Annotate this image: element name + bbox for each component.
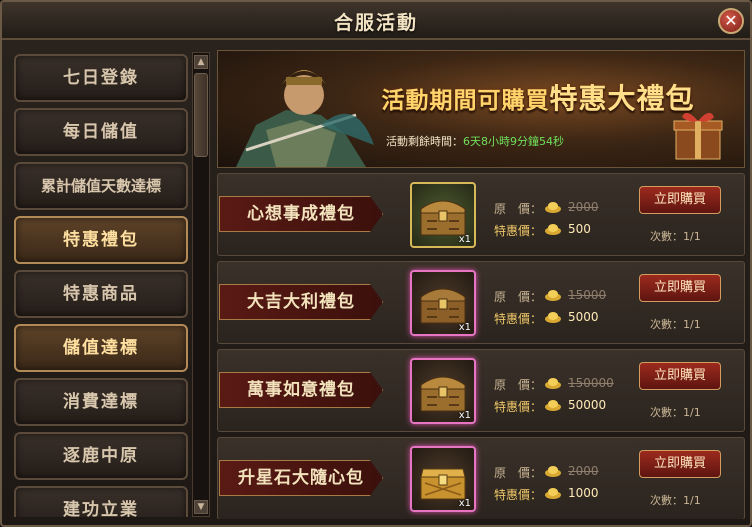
purchase-count: 次數：1/1 (650, 404, 701, 420)
event-banner: 活動期間可購買特惠大禮包 活動剩餘時間：6天8小時9分鐘54秒 (217, 50, 745, 168)
event-countdown: 活動剩餘時間：6天8小時9分鐘54秒 (386, 133, 564, 149)
pack-name: 心想事成禮包 (219, 196, 383, 232)
item-slot[interactable]: x1 (410, 446, 476, 512)
original-price: 2000 (568, 200, 599, 214)
purchase-count-label: 次數： (650, 406, 683, 419)
pack-list: 心想事成禮包 x1 原 價： 2000 特惠價： 500 立即購買 次數：1/1… (217, 173, 745, 519)
purchase-count-label: 次數： (650, 318, 683, 331)
countdown-label: 活動剩餘時間： (386, 135, 463, 148)
item-slot[interactable]: x1 (410, 358, 476, 424)
gold-ingot-icon (545, 202, 561, 213)
buy-now-button[interactable]: 立即購買 (639, 186, 721, 214)
purchase-count: 次數：1/1 (650, 316, 701, 332)
original-price-label: 原 價： (494, 202, 543, 216)
gold-ingot-icon (545, 378, 561, 389)
item-quantity: x1 (458, 234, 471, 245)
purchase-count-value: 1/1 (683, 318, 701, 331)
sidebar-item-central-plains[interactable]: 逐鹿中原 (14, 432, 188, 480)
gold-ingot-icon (545, 488, 561, 499)
buy-now-button[interactable]: 立即購買 (639, 274, 721, 302)
scroll-thumb[interactable] (194, 73, 208, 157)
pack-row: 升星石大隨心包 x1 原 價： 2000 特惠價： 1000 立即購買 次數：1… (217, 437, 745, 519)
countdown-value: 6天8小時9分鐘54秒 (463, 135, 564, 148)
buy-now-button[interactable]: 立即購買 (639, 362, 721, 390)
item-quantity: x1 (458, 498, 471, 509)
item-quantity: x1 (458, 410, 471, 421)
close-icon: ✕ (724, 11, 738, 30)
sidebar: 七日登錄 每日儲值 累計儲值天數達標 特惠禮包 特惠商品 儲值達標 消費達標 逐… (12, 50, 192, 517)
purchase-count-value: 1/1 (683, 406, 701, 419)
purchase-count-label: 次數： (650, 494, 683, 507)
sale-price: 1000 (568, 486, 599, 500)
sale-price-label: 特惠價： (494, 400, 543, 414)
item-quantity: x1 (458, 322, 471, 333)
gold-ingot-icon (545, 400, 561, 411)
purchase-count-label: 次數： (650, 230, 683, 243)
pack-name: 萬事如意禮包 (219, 372, 383, 408)
banner-headline-prefix: 活動期間可購買 (381, 87, 550, 114)
sale-price-label: 特惠價： (494, 224, 543, 238)
pack-name: 升星石大隨心包 (219, 460, 383, 496)
general-portrait-icon (236, 70, 374, 167)
sidebar-item-daily-recharge[interactable]: 每日儲值 (14, 108, 188, 156)
item-slot[interactable]: x1 (410, 270, 476, 336)
pack-row: 心想事成禮包 x1 原 價： 2000 特惠價： 500 立即購買 次數：1/1 (217, 173, 745, 256)
close-button[interactable]: ✕ (718, 8, 744, 34)
sidebar-item-special-goods[interactable]: 特惠商品 (14, 270, 188, 318)
purchase-count-value: 1/1 (683, 230, 701, 243)
original-price-label: 原 價： (494, 466, 543, 480)
banner-headline: 活動期間可購買特惠大禮包 (368, 77, 708, 117)
gold-ingot-icon (545, 312, 561, 323)
buy-now-button[interactable]: 立即購買 (639, 450, 721, 478)
gift-box-icon (673, 112, 723, 160)
sale-price: 50000 (568, 398, 607, 412)
sidebar-item-special-packs[interactable]: 特惠禮包 (14, 216, 188, 264)
sale-price: 500 (568, 222, 591, 236)
gold-ingot-icon (545, 466, 561, 477)
sale-price-label: 特惠價： (494, 488, 543, 502)
original-price: 150000 (568, 376, 614, 390)
original-price: 15000 (568, 288, 607, 302)
window-title: 合服活動 (333, 12, 418, 34)
sidebar-item-seven-day-login[interactable]: 七日登錄 (14, 54, 188, 102)
pack-name: 大吉大利禮包 (219, 284, 383, 320)
title-bar: 合服活動 ✕ (2, 2, 750, 40)
treasure-chest-icon (420, 288, 466, 324)
original-price-label: 原 價： (494, 378, 543, 392)
purchase-count: 次數：1/1 (650, 492, 701, 508)
sidebar-item-recharge-target[interactable]: 儲值達標 (14, 324, 188, 372)
scroll-up-arrow-icon[interactable]: ▲ (194, 55, 208, 69)
sale-price-label: 特惠價： (494, 312, 543, 326)
scroll-down-arrow-icon[interactable]: ▼ (194, 500, 208, 514)
purchase-count-value: 1/1 (683, 494, 701, 507)
sidebar-scrollbar[interactable]: ▲ ▼ (192, 52, 210, 517)
sale-price: 5000 (568, 310, 599, 324)
pack-row: 萬事如意禮包 x1 原 價： 150000 特惠價： 50000 立即購買 次數… (217, 349, 745, 432)
gold-ingot-icon (545, 224, 561, 235)
item-slot[interactable]: x1 (410, 182, 476, 248)
treasure-chest-icon (420, 200, 466, 236)
pack-row: 大吉大利禮包 x1 原 價： 15000 特惠價： 5000 立即購買 次數：1… (217, 261, 745, 344)
sidebar-item-cumulative-recharge-days[interactable]: 累計儲值天數達標 (14, 162, 188, 210)
original-price-label: 原 價： (494, 290, 543, 304)
original-price: 2000 (568, 464, 599, 478)
gold-ingot-icon (545, 290, 561, 301)
purchase-count: 次數：1/1 (650, 228, 701, 244)
sidebar-item-merit[interactable]: 建功立業 (14, 486, 188, 517)
activity-window: 合服活動 ✕ 七日登錄 每日儲值 累計儲值天數達標 特惠禮包 特惠商品 儲值達標… (0, 0, 752, 527)
sidebar-item-spending-target[interactable]: 消費達標 (14, 378, 188, 426)
gold-chest-icon (420, 468, 466, 500)
treasure-chest-icon (420, 376, 466, 412)
